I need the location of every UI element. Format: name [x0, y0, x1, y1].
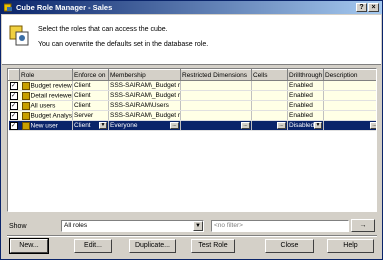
table-row[interactable]: ✓ All users Client SSS-SAIRAM\Users Enab…: [8, 100, 376, 111]
header-description[interactable]: Description: [323, 69, 376, 81]
apply-filter-button[interactable]: →: [351, 219, 375, 232]
cells-cell[interactable]: [251, 90, 288, 101]
grid-header-row: Role Enforce on Membership Restricted Di…: [8, 69, 376, 81]
window-title: Cube Role Manager - Sales: [16, 3, 113, 12]
title-bar[interactable]: Cube Role Manager - Sales ? ×: [1, 1, 382, 14]
role-checkbox[interactable]: ✓: [9, 111, 18, 120]
show-roles-select[interactable]: All roles ▼: [61, 220, 204, 232]
description-ellipsis-button[interactable]: ...: [370, 122, 376, 129]
table-row[interactable]: ✓ Budget reviewer Client SSS-SAIRAM\_Bud…: [8, 80, 376, 91]
restricted-dimensions-ellipsis-button[interactable]: ...: [241, 122, 250, 129]
edit-role-button[interactable]: Edit...: [74, 239, 112, 253]
role-name[interactable]: Budget Analyst: [31, 112, 72, 119]
header-restricted-dimensions[interactable]: Restricted Dimensions: [180, 69, 252, 81]
enforce-cell[interactable]: Client: [72, 90, 109, 101]
restricted-dimensions-cell[interactable]: [180, 90, 252, 101]
membership-ellipsis-button[interactable]: ...: [170, 122, 179, 129]
help-button[interactable]: Help: [327, 239, 374, 253]
description-cell[interactable]: [323, 100, 376, 111]
membership-cell[interactable]: SSS-SAIRAM\_Budget r...: [108, 80, 181, 91]
membership-cell[interactable]: SSS-SAIRAM\_Budget r...: [108, 110, 181, 121]
cube-role-manager-window: Cube Role Manager - Sales ? × Select the…: [0, 0, 383, 260]
enforce-cell[interactable]: Client: [72, 100, 109, 111]
header-membership[interactable]: Membership: [108, 69, 181, 81]
role-icon: [21, 81, 30, 90]
cells-cell[interactable]: [251, 80, 288, 91]
show-label: Show: [9, 223, 27, 230]
cube-role-icon: [4, 3, 12, 12]
header-role[interactable]: Role: [19, 69, 73, 81]
table-row[interactable]: ✓ Detail reviewer Client SSS-SAIRAM\_Bud…: [8, 90, 376, 101]
membership-cell[interactable]: SSS-SAIRAM\_Budget r...: [108, 90, 181, 101]
enforce-cell[interactable]: Server: [72, 110, 109, 121]
role-checkbox[interactable]: ✓: [9, 81, 18, 90]
table-row[interactable]: ✓ Budget Analyst Server SSS-SAIRAM\_Budg…: [8, 110, 376, 121]
restricted-dimensions-cell[interactable]: [180, 110, 252, 121]
duplicate-role-button[interactable]: Duplicate...: [129, 239, 176, 253]
drillthrough-cell[interactable]: Enabled: [287, 80, 324, 91]
cells-cell[interactable]: [251, 100, 288, 111]
role-checkbox[interactable]: ✓: [9, 91, 18, 100]
role-icon: [21, 91, 30, 100]
role-checkbox[interactable]: ✓: [9, 121, 18, 130]
role-name[interactable]: Budget reviewer: [31, 82, 72, 89]
role-keys-icon: [9, 25, 29, 46]
role-checkbox[interactable]: ✓: [9, 101, 18, 110]
roles-grid[interactable]: Role Enforce on Membership Restricted Di…: [7, 68, 377, 212]
membership-cell[interactable]: Everyone: [110, 122, 137, 129]
drillthrough-cell[interactable]: Enabled: [287, 100, 324, 111]
drillthrough-cell[interactable]: Enabled: [287, 110, 324, 121]
header-cells[interactable]: Cells: [251, 69, 288, 81]
restricted-dimensions-cell[interactable]: [180, 80, 252, 91]
role-name[interactable]: All users: [31, 102, 56, 109]
restricted-dimensions-cell[interactable]: [180, 100, 252, 111]
help-title-button[interactable]: ?: [356, 3, 367, 12]
header-line-2: You can overwrite the defaults set in th…: [38, 41, 209, 48]
chevron-down-icon[interactable]: ▼: [193, 221, 203, 231]
role-name[interactable]: Detail reviewer: [31, 92, 72, 99]
role-icon: [21, 121, 30, 130]
header-panel: Select the roles that can access the cub…: [2, 15, 381, 65]
test-role-button[interactable]: Test Role: [191, 239, 235, 253]
drillthrough-cell[interactable]: Enabled: [287, 90, 324, 101]
description-cell[interactable]: [323, 90, 376, 101]
role-name[interactable]: New user: [31, 122, 58, 129]
show-roles-value: All roles: [64, 222, 88, 229]
header-select-column: [8, 69, 20, 81]
description-cell[interactable]: [323, 80, 376, 91]
close-button[interactable]: Close: [265, 239, 314, 253]
cells-ellipsis-button[interactable]: ...: [277, 122, 286, 129]
role-icon: [21, 111, 30, 120]
header-drillthrough[interactable]: Drillthrough: [287, 69, 324, 81]
membership-cell[interactable]: SSS-SAIRAM\Users: [108, 100, 181, 111]
enforce-cell[interactable]: Client: [72, 80, 109, 91]
enforce-cell[interactable]: Client: [74, 122, 91, 129]
new-role-button[interactable]: New...: [9, 238, 49, 254]
role-icon: [21, 101, 30, 110]
enforce-dropdown-button[interactable]: ▼: [99, 122, 107, 129]
close-title-button[interactable]: ×: [368, 3, 379, 12]
header-line-1: Select the roles that can access the cub…: [38, 26, 168, 33]
selected-table-row[interactable]: ✓ New user Client ▼ Everyone... ... ... D…: [8, 120, 376, 131]
cells-cell[interactable]: [251, 110, 288, 121]
drillthrough-cell[interactable]: Disabled: [289, 122, 314, 129]
filter-input[interactable]: <no filter>: [211, 220, 349, 232]
drillthrough-dropdown-button[interactable]: ▼: [314, 122, 322, 129]
header-enforce-on[interactable]: Enforce on: [72, 69, 109, 81]
footer-divider: [7, 235, 377, 237]
description-cell[interactable]: [323, 110, 376, 121]
